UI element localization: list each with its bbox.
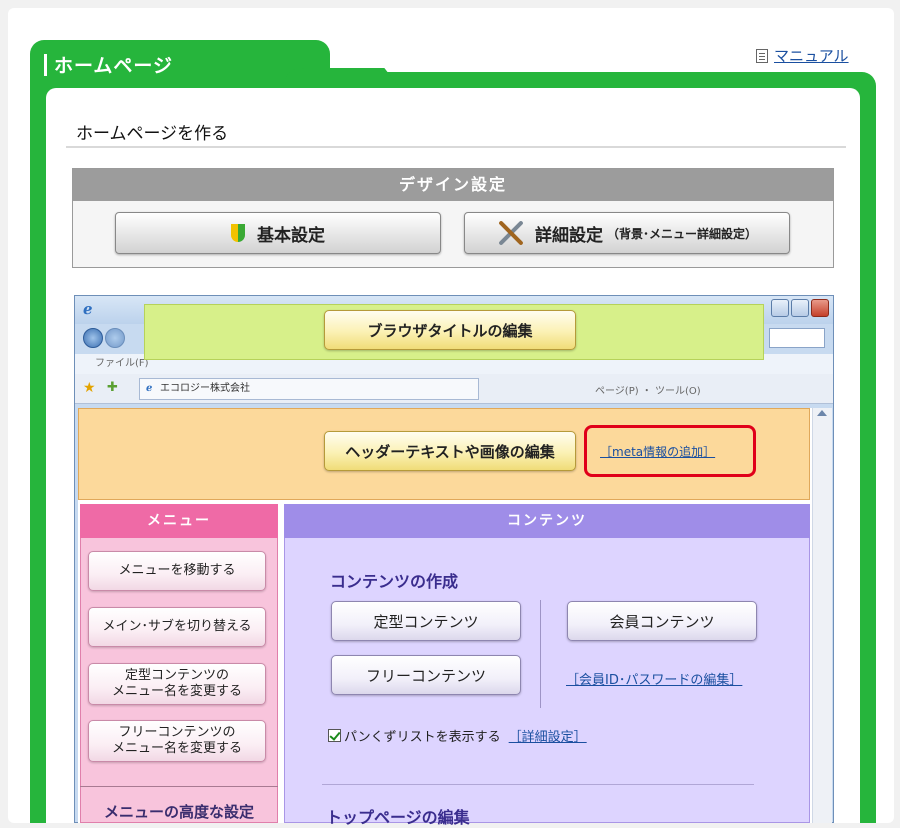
menu-heading: メニュー [80,504,278,538]
search-box [769,328,825,348]
basic-settings-button[interactable]: 基本設定 [115,212,441,254]
tab-accent-bar [44,54,47,76]
manual[interactable]: マニュアル [756,45,849,66]
maximize-icon [791,299,809,317]
content-create-heading: コンテンツの作成 [330,572,459,591]
breadcrumb-detail-link[interactable]: ［詳細設定］ [509,726,587,745]
favorites-star-icon: ★ [83,380,96,396]
beginner-leaf-icon [231,224,245,242]
breadcrumb-checkbox[interactable] [328,729,341,742]
detail-settings-note: （背景･メニュー詳細設定） [606,226,757,241]
member-id-password-link[interactable]: ［会員ID･パスワードの編集］ [566,669,742,688]
browser-title-edit-button[interactable]: ブラウザタイトルの編集 [324,310,576,350]
rename-free-menu-button[interactable]: フリーコンテンツの メニュー名を変更する [88,720,266,762]
breadcrumb-label: パンくずリストを表示する [344,730,501,745]
detail-settings-label: 詳細設定 [534,225,603,246]
forward-icon [105,328,125,348]
browser-tab: エコロジー株式会社 [139,378,479,400]
scrollbar[interactable] [812,408,832,823]
content-divider-rule [322,784,754,785]
basic-settings-label: 基本設定 [257,225,325,246]
detail-settings-button[interactable]: 詳細設定 （背景･メニュー詳細設定） [464,212,790,254]
menu-advanced-heading: メニューの高度な設定 [80,786,278,822]
minimize-icon [771,299,789,317]
fixed-content-button[interactable]: 定型コンテンツ [331,601,521,641]
rename-fixed-menu-button[interactable]: 定型コンテンツの メニュー名を変更する [88,663,266,705]
page-title: ホームページを作る [76,124,229,144]
tools-icon [497,219,525,247]
free-content-button[interactable]: フリーコンテンツ [331,655,521,695]
top-page-edit-heading: トップページの編集 [326,808,470,827]
switch-main-sub-button[interactable]: メイン･サブを切り替える [88,607,266,647]
browser-tools: ページ(P) ・ ツール(O) [595,386,701,397]
ie-logo-icon: ℯ [83,300,93,318]
back-icon [83,328,103,348]
scroll-up-icon [817,410,827,416]
breadcrumb-option: パンくずリストを表示する ［詳細設定］ [328,726,587,745]
content-heading: コンテンツ [284,504,810,538]
document-icon [756,48,768,63]
design-settings-heading: デザイン設定 [73,169,833,201]
browser-favorites-bar: ★ ✚ エコロジー株式会社 ページ(P) ・ ツール(O) [75,374,833,404]
add-favorite-icon: ✚ [107,380,118,395]
close-icon [811,299,829,317]
window-controls [771,299,829,317]
tab-title: ホームページ [54,55,174,77]
meta-info-link[interactable]: ［meta情報の追加］ [600,443,715,460]
title-divider [66,146,846,148]
move-menu-button[interactable]: メニューを移動する [88,551,266,591]
content-divider [540,600,541,708]
header-edit-button[interactable]: ヘッダーテキストや画像の編集 [324,431,576,471]
member-content-button[interactable]: 会員コンテンツ [567,601,757,641]
manual-link[interactable]: マニュアル [774,45,849,66]
